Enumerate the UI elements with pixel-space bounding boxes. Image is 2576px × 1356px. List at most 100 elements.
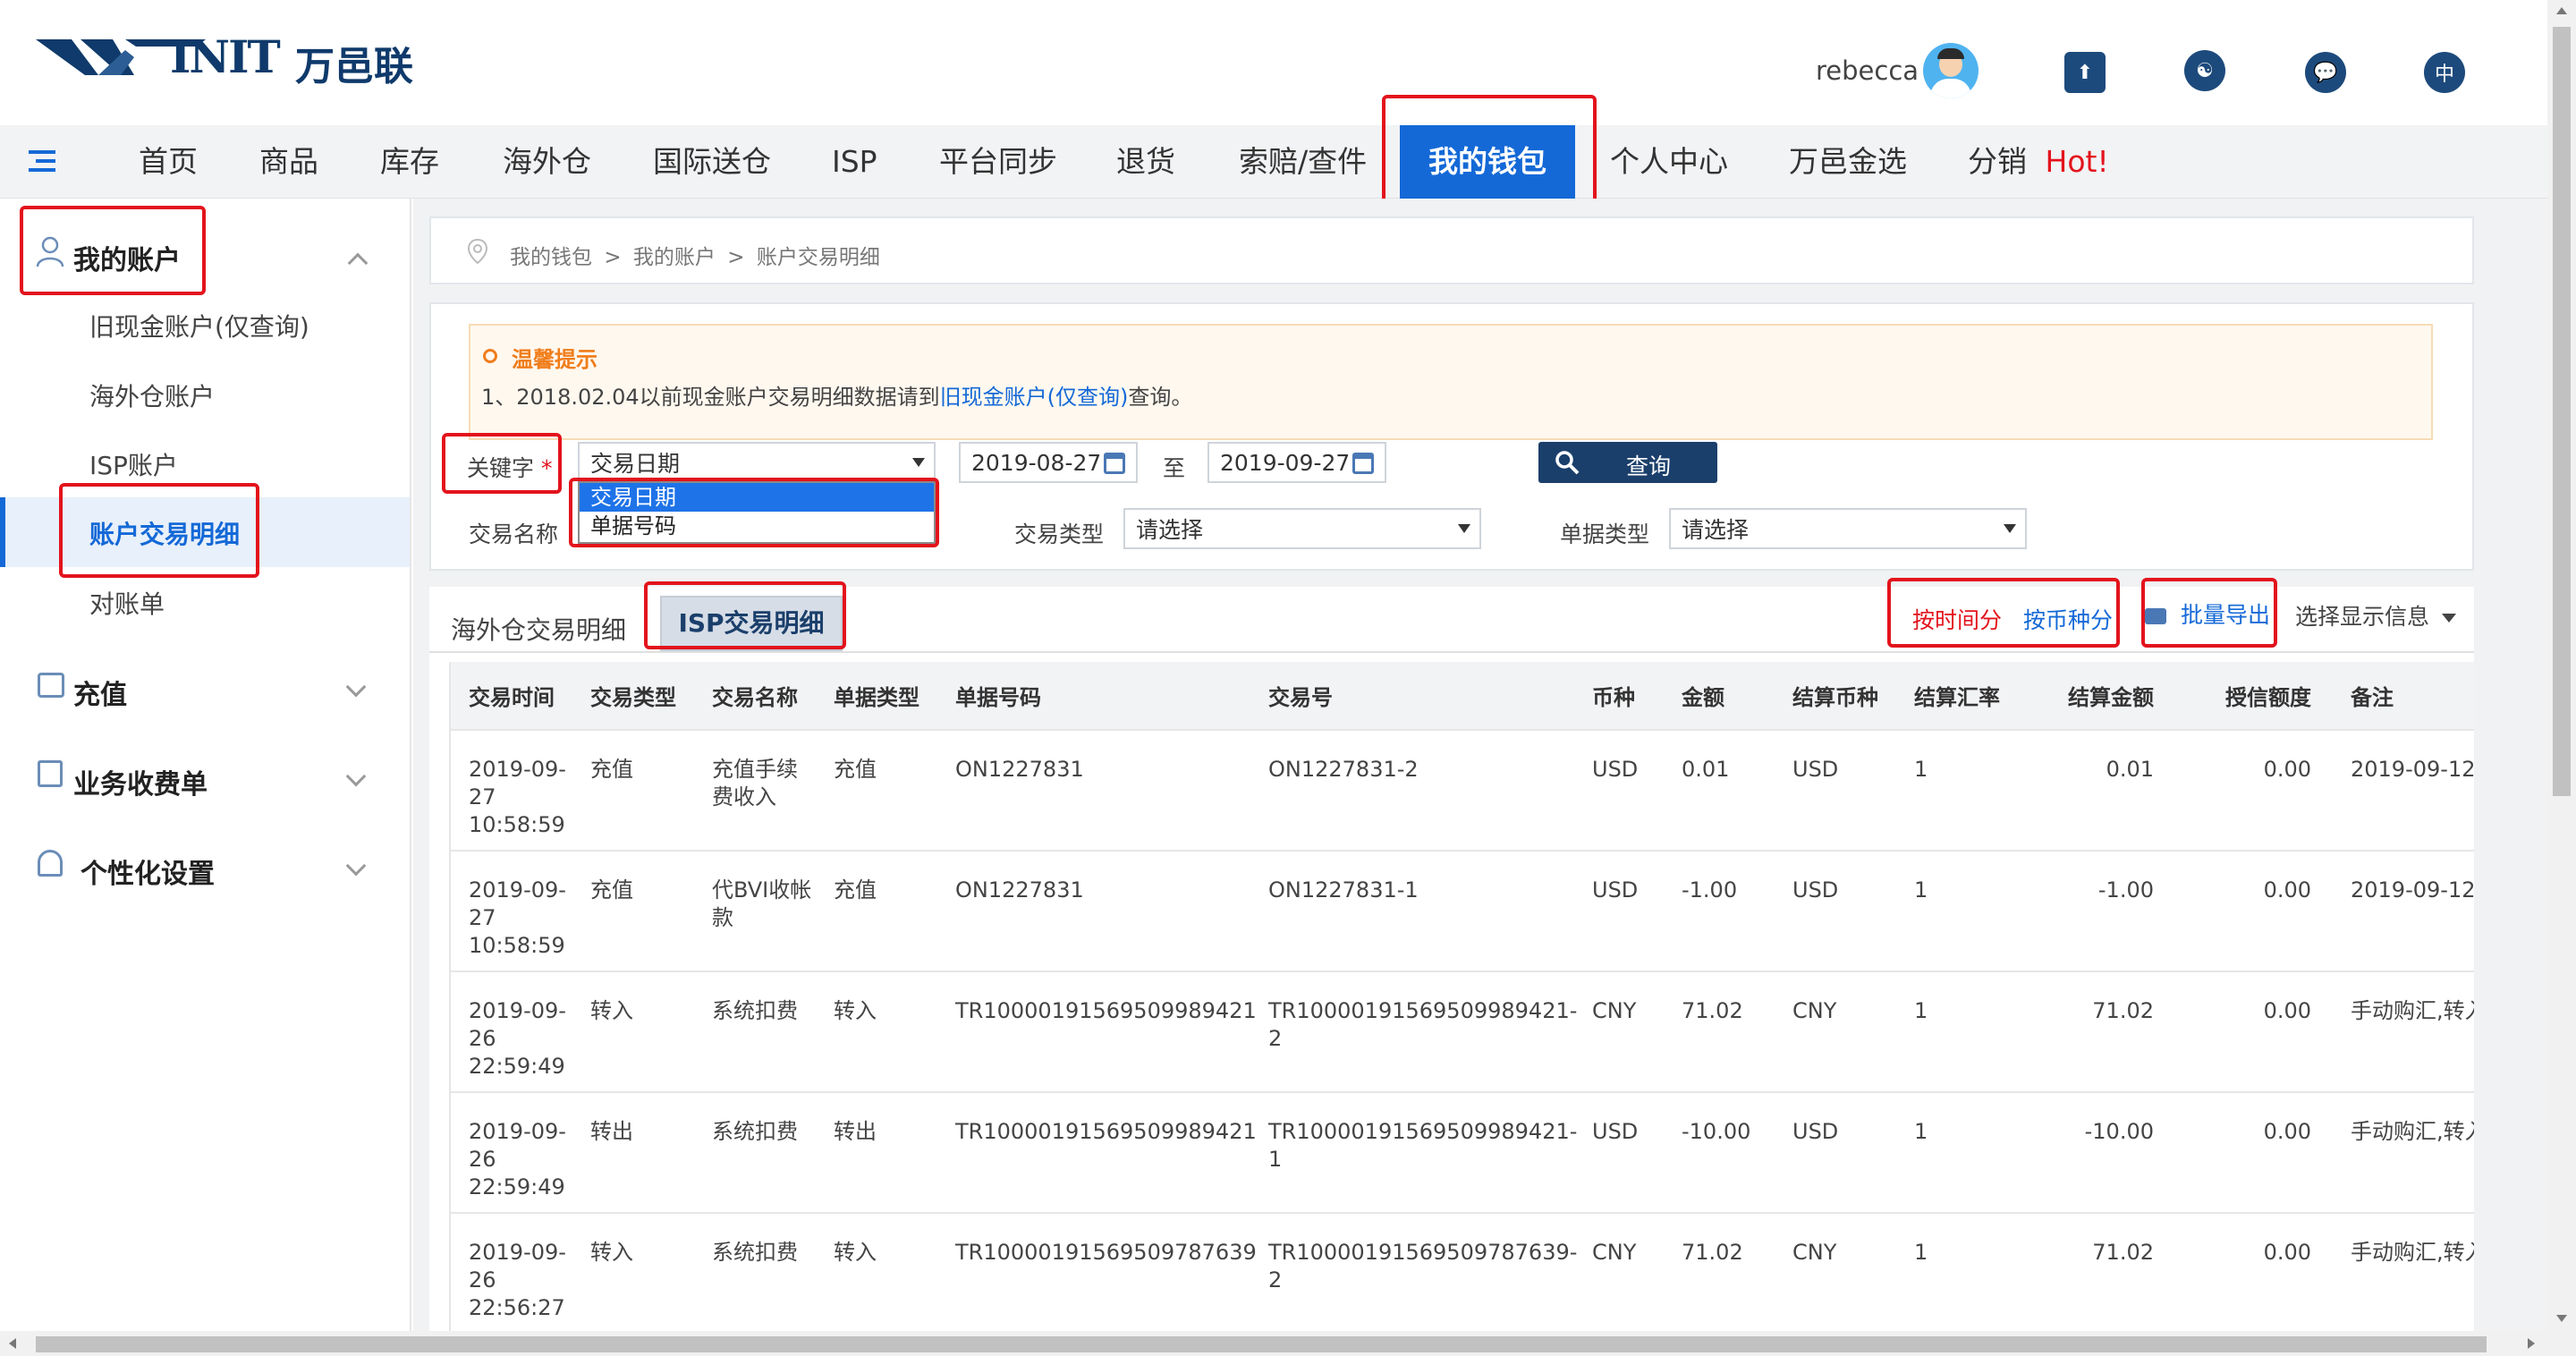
nav-inventory[interactable]: 库存	[380, 125, 439, 199]
dropdown-arrow-icon	[1458, 524, 1470, 533]
sidebar: 我的账户 旧现金账户(仅查询) 海外仓账户 ISP账户 账户交易明细 对账单 充…	[0, 199, 411, 1333]
trade-name-label: 交易名称	[469, 521, 559, 547]
sidebar-item-transaction-details[interactable]: 账户交易明细	[0, 497, 410, 567]
scroll-down-arrow-icon[interactable]	[2556, 1315, 2567, 1322]
avatar[interactable]	[1923, 43, 1979, 98]
nav-claims[interactable]: 索赔/查件	[1239, 125, 1367, 199]
nav-distribution[interactable]: 分销 Hot!	[1968, 125, 2109, 199]
sidebar-title-recharge: 充值	[73, 680, 127, 711]
nav-overseas-warehouse[interactable]: 海外仓	[503, 125, 591, 199]
search-icon	[1555, 451, 1580, 475]
by-time-link[interactable]: 按时间分	[1912, 603, 2002, 635]
batch-export-label: 批量导出	[2181, 602, 2271, 628]
chevron-up-icon	[347, 252, 369, 274]
logo-letters: INIT	[170, 30, 281, 83]
date-from-input[interactable]: 2019-08-27	[959, 442, 1138, 483]
table-row[interactable]: 2019-09-26 22:59:49 转出 系统扣费 转出 TR10000191569…	[451, 1091, 2474, 1213]
cell-settle-rate: 1	[1896, 850, 2018, 971]
tab-isp-transactions[interactable]: ISP交易明细	[660, 596, 843, 651]
notice-title: 温馨提示	[512, 347, 597, 372]
cell-trade-time: 2019-09-26 22:59:49	[451, 970, 572, 1092]
scroll-right-arrow-icon[interactable]	[2528, 1338, 2535, 1349]
cell-doc-type: 转入	[816, 970, 937, 1092]
notice-link[interactable]: 旧现金账户(仅查询)	[940, 385, 1129, 410]
tabs-underline	[429, 651, 2474, 653]
nav-products[interactable]: 商品	[259, 125, 318, 199]
transactions-table-wrap: 交易时间 交易类型 交易名称 单据类型 单据号码 交易号 币种 金额 结算币种 结算汇率 结算金额授…	[449, 662, 2474, 1333]
sidebar-section-bills[interactable]: 业务收费单	[0, 753, 411, 807]
sidebar-section-settings[interactable]: 个性化设置	[0, 843, 411, 896]
dropdown-option-trade-date[interactable]: 交易日期	[580, 483, 934, 512]
nav-platform-sync[interactable]: 平台同步	[939, 125, 1057, 199]
display-options-button[interactable]: 选择显示信息	[2295, 599, 2456, 631]
dropdown-arrow-icon	[2004, 524, 2016, 533]
vertical-scroll-thumb[interactable]	[2553, 27, 2571, 796]
nav-home[interactable]: 首页	[139, 125, 198, 199]
cell-trade-time: 2019-09-27 10:58:59	[451, 729, 572, 851]
by-currency-link[interactable]: 按币种分	[2023, 603, 2113, 635]
table-row[interactable]: 2019-09-27 10:58:59 充值 充值手续费收入 充值 ON1227831 O…	[451, 729, 2474, 851]
cell-doc-number: TR10000191569509787639	[937, 1212, 1257, 1333]
header-col-amount: 金额	[1664, 662, 1775, 730]
nav-personal-center[interactable]: 个人中心	[1610, 125, 1728, 199]
sidebar-item-statement[interactable]: 对账单	[89, 585, 165, 621]
recharge-icon	[38, 673, 64, 698]
cell-doc-type: 充值	[816, 850, 937, 971]
user-icon	[36, 236, 64, 267]
support-agent-icon[interactable]: ☯	[2184, 50, 2225, 91]
doc-type-value: 请选择	[1682, 517, 1750, 543]
dropdown-option-doc-number[interactable]: 单据号码	[580, 512, 934, 540]
calendar-icon[interactable]	[1352, 453, 1374, 474]
keyword-dropdown-list: 交易日期 单据号码	[578, 481, 936, 544]
date-to-label: 至	[1163, 455, 1186, 481]
chat-icon[interactable]: 💬	[2305, 52, 2346, 93]
doc-type-select[interactable]: 请选择	[1669, 508, 2027, 549]
nav-returns[interactable]: 退货	[1116, 125, 1175, 199]
nav-intl-delivery[interactable]: 国际送仓	[653, 125, 771, 199]
tab-overseas-label: 海外仓交易明细	[451, 615, 627, 645]
vertical-scrollbar[interactable]	[2547, 0, 2576, 1356]
chevron-down-icon	[345, 766, 367, 787]
header-col-remark: 备注	[2333, 662, 2474, 730]
filter-panel: 温馨提示 1、2018.02.04以前现金账户交易明细数据请到旧现金账户(仅查询…	[429, 302, 2474, 571]
cell-remark: 2019-09-12（线上	[2333, 729, 2474, 851]
cell-doc-type: 充值	[816, 729, 937, 851]
table-row[interactable]: 2019-09-27 10:58:59 充值 代BVI收帐款 充值 ON1227831 O…	[451, 850, 2474, 971]
sidebar-item-isp-account[interactable]: ISP账户	[89, 446, 178, 482]
batch-export-button[interactable]: 批量导出	[2145, 597, 2270, 633]
trade-type-select[interactable]: 请选择	[1123, 508, 1481, 549]
breadcrumb-my-account[interactable]: 我的账户	[633, 246, 716, 269]
keyword-select[interactable]: 交易日期	[578, 442, 936, 483]
table-row[interactable]: 2019-09-26 22:56:27 转入 系统扣费 转入 TR10000191569…	[451, 1212, 2474, 1333]
cell-trade-name: 系统扣费	[694, 970, 816, 1092]
search-button[interactable]: 查询	[1538, 442, 1717, 483]
sidebar-item-overseas-account[interactable]: 海外仓账户	[89, 377, 215, 413]
scroll-left-arrow-icon[interactable]	[9, 1338, 16, 1349]
upload-icon[interactable]: ⬆	[2064, 52, 2106, 93]
nav-gold-select[interactable]: 万邑金选	[1789, 125, 1907, 199]
horizontal-scroll-thumb[interactable]	[36, 1336, 2487, 1352]
menu-toggle-icon[interactable]	[29, 147, 59, 177]
header-col-settle-rate: 结算汇率	[1896, 662, 2018, 730]
cell-doc-number: ON1227831	[937, 850, 1250, 971]
brand-logo[interactable]: INIT 万邑联	[36, 29, 429, 91]
cell-credit-limit: 0.00	[2175, 970, 2333, 1092]
breadcrumb-wallet[interactable]: 我的钱包	[510, 246, 592, 269]
sidebar-section-recharge[interactable]: 充值	[0, 664, 411, 717]
tab-overseas-transactions[interactable]: 海外仓交易明细	[440, 603, 637, 658]
language-icon[interactable]: 中	[2424, 52, 2465, 93]
calendar-icon[interactable]	[1104, 453, 1125, 474]
nav-my-wallet[interactable]: 我的钱包	[1400, 125, 1575, 199]
cell-credit-limit: 0.00	[2175, 1212, 2333, 1333]
display-options-label: 选择显示信息	[2295, 604, 2430, 630]
scroll-up-arrow-icon[interactable]	[2556, 7, 2567, 14]
cell-doc-number: ON1227831	[937, 729, 1250, 851]
username[interactable]: rebecca	[1816, 55, 1919, 86]
sidebar-section-my-account[interactable]: 我的账户	[0, 229, 411, 283]
date-to-input[interactable]: 2019-09-27	[1208, 442, 1386, 483]
nav-isp[interactable]: ISP	[832, 125, 877, 199]
table-row[interactable]: 2019-09-26 22:59:49 转入 系统扣费 转入 TR10000191569…	[451, 970, 2474, 1092]
header-col-trade-type: 交易类型	[572, 662, 694, 730]
sidebar-item-old-cash-account[interactable]: 旧现金账户(仅查询)	[89, 308, 309, 343]
horizontal-scrollbar[interactable]	[0, 1331, 2547, 1356]
